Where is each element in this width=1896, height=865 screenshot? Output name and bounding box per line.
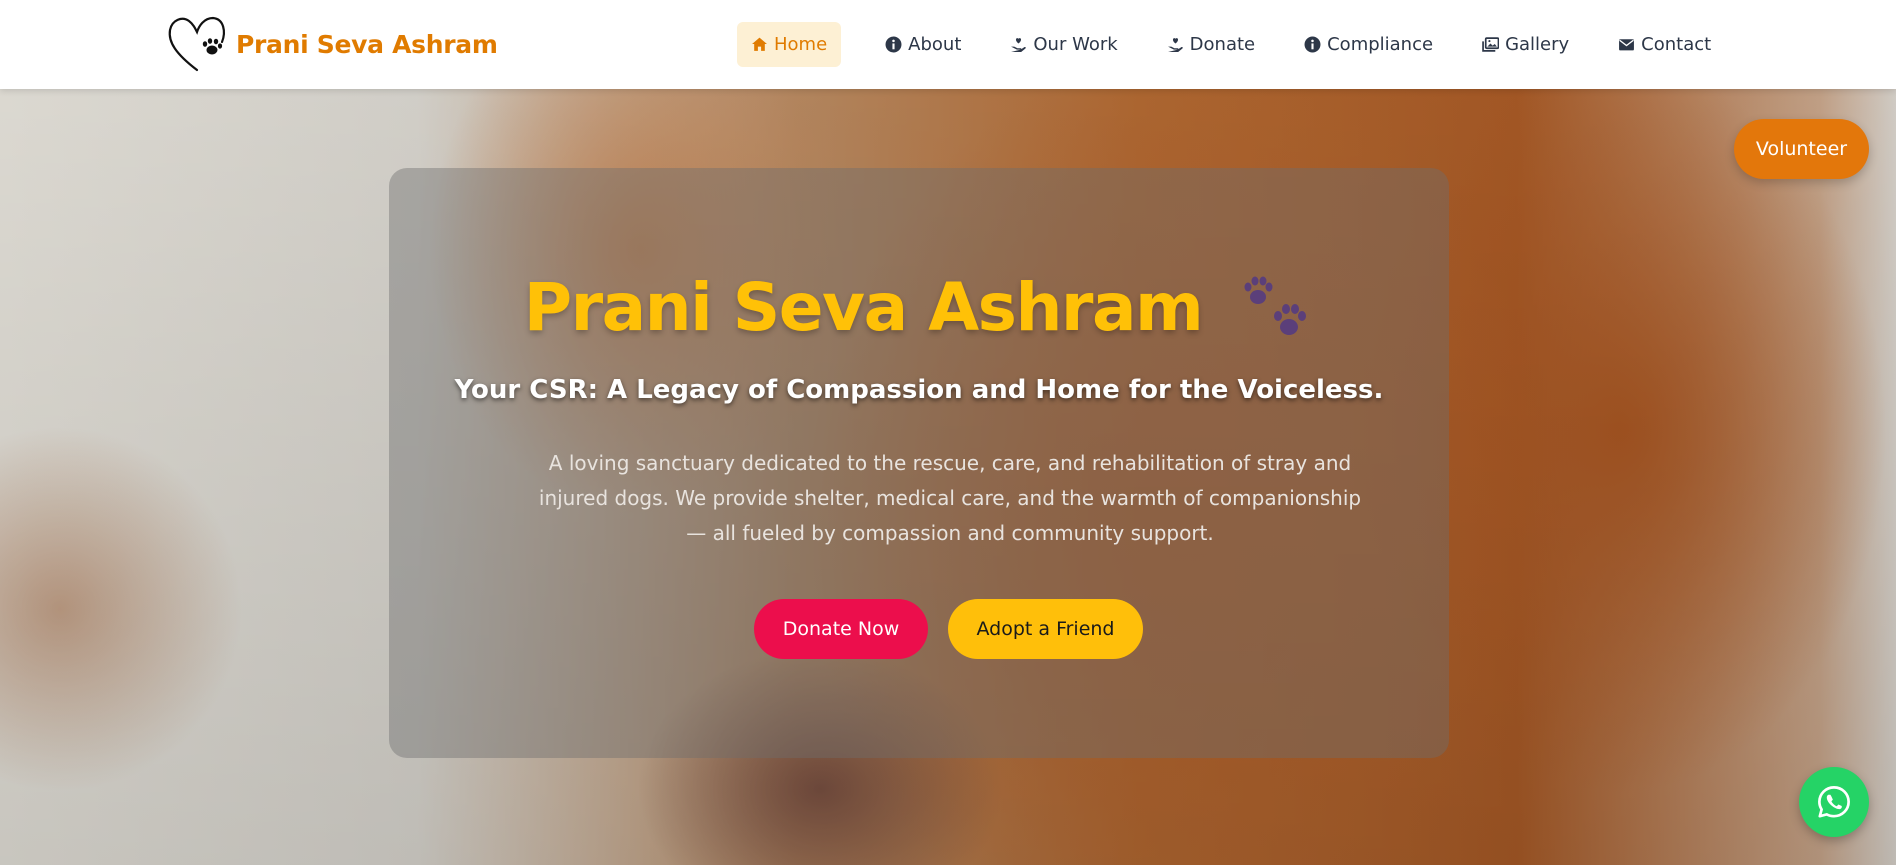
hero-title-text: Prani Seva Ashram <box>523 269 1204 346</box>
nav-item-contact[interactable]: Contact <box>1604 22 1725 67</box>
hero-description-line: injured dogs. We provide shelter, medica… <box>538 486 1362 510</box>
info-icon <box>1304 36 1321 53</box>
whatsapp-button[interactable] <box>1799 767 1869 837</box>
heart-paw-icon <box>168 16 225 72</box>
site-header: Prani Seva Ashram Home About Our Work Do… <box>0 0 1896 89</box>
brand-name: Prani Seva Ashram <box>236 29 498 59</box>
nav-item-home[interactable]: Home <box>737 22 842 67</box>
volunteer-button[interactable]: Volunteer <box>1734 119 1869 179</box>
hero-subtitle: Your CSR: A Legacy of Compassion and Hom… <box>454 375 1384 405</box>
main-nav: Home About Our Work Donate Compliance Ga… <box>737 22 1746 67</box>
nav-label-compliance: Compliance <box>1327 34 1434 55</box>
nav-label-donate: Donate <box>1189 34 1256 55</box>
images-icon <box>1482 37 1500 52</box>
hero-description: A loving sanctuary dedicated to the resc… <box>520 446 1380 551</box>
hand-holding-heart-icon <box>1167 38 1183 52</box>
nav-label-home: Home <box>774 34 828 55</box>
nav-label-gallery: Gallery <box>1505 34 1570 55</box>
nav-item-our-work[interactable]: Our Work <box>996 22 1131 67</box>
nav-label-our-work: Our Work <box>1033 34 1118 55</box>
donate-now-button[interactable]: Donate Now <box>754 599 928 659</box>
nav-item-about[interactable]: About <box>871 22 975 67</box>
nav-item-gallery[interactable]: Gallery <box>1468 22 1583 67</box>
nav-label-about: About <box>908 34 962 55</box>
hand-holding-heart-icon <box>1011 38 1027 52</box>
hero-description-line: — all fueled by compassion and community… <box>686 521 1214 545</box>
hero-title: Prani Seva Ashram <box>389 269 1449 346</box>
nav-item-compliance[interactable]: Compliance <box>1290 22 1447 67</box>
nav-label-contact: Contact <box>1641 34 1712 55</box>
hero-description-line: A loving sanctuary dedicated to the resc… <box>548 451 1352 475</box>
adopt-a-friend-button[interactable]: Adopt a Friend <box>948 599 1143 659</box>
paws-icon <box>1244 276 1307 335</box>
home-icon <box>752 37 767 51</box>
nav-item-donate[interactable]: Donate <box>1153 22 1269 67</box>
brand[interactable]: Prani Seva Ashram <box>166 12 498 76</box>
envelope-icon <box>1619 39 1635 51</box>
info-icon <box>885 36 902 53</box>
whatsapp-icon <box>1818 786 1850 818</box>
hero-background-dog-photo: Prani Seva Ashram Your CSR: A Legacy of … <box>0 89 1896 865</box>
